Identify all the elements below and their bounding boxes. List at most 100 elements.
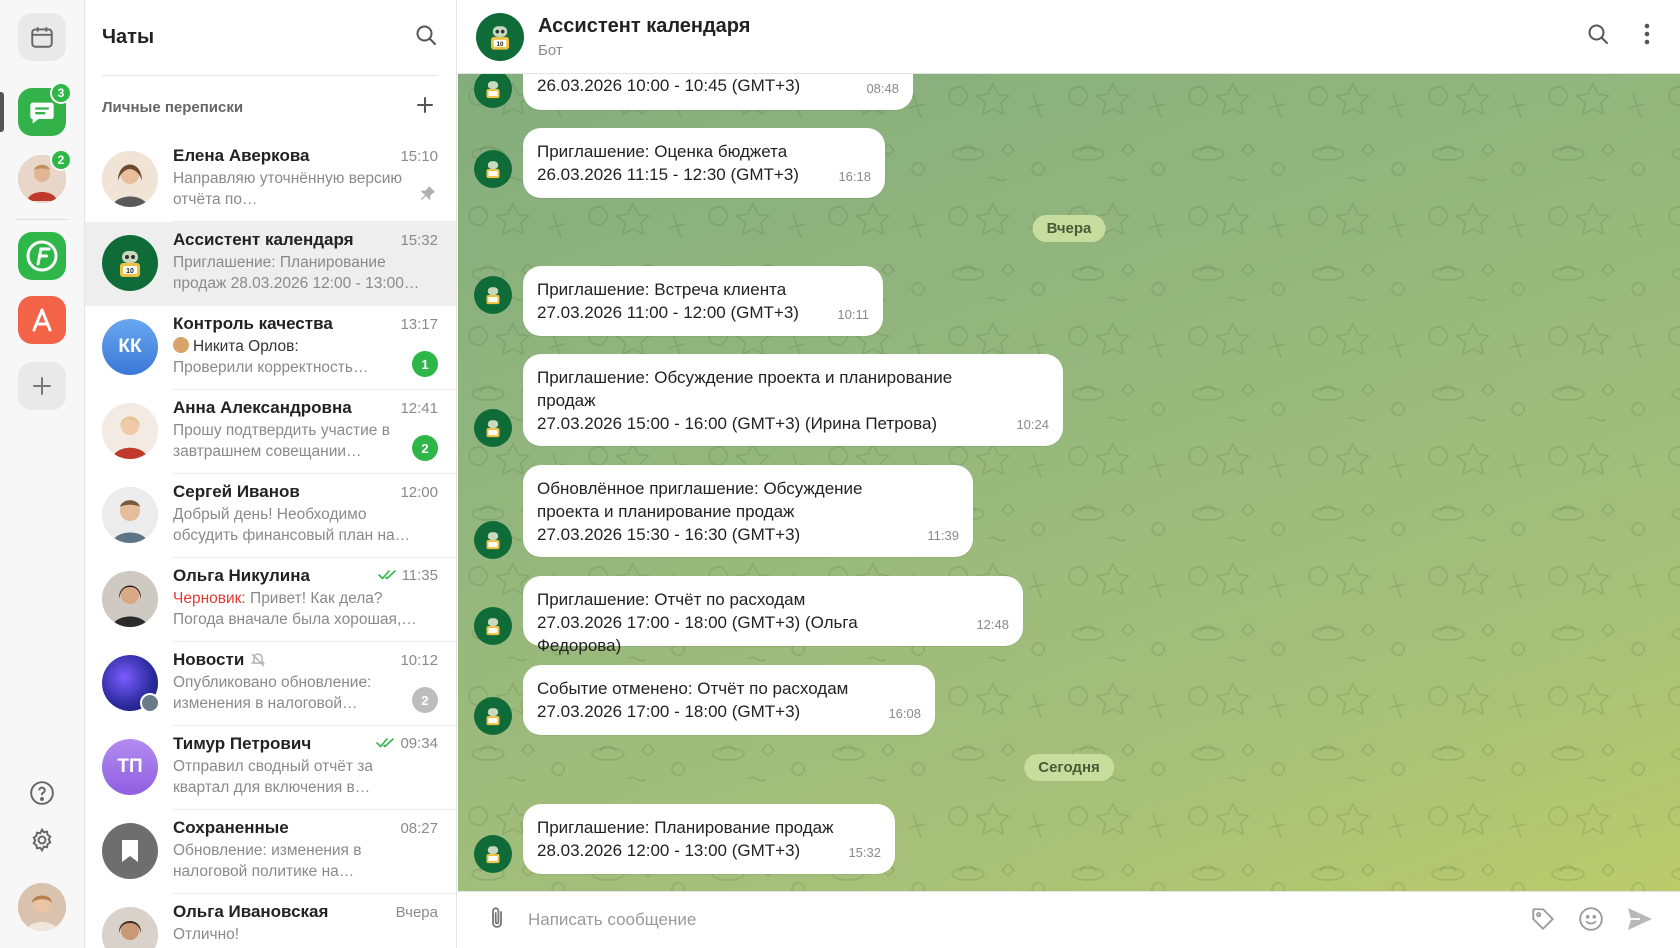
new-chat-button[interactable]: [416, 96, 434, 119]
chat-name: Контроль качества: [173, 314, 333, 333]
chat-preview: Обновление: изменения в налоговой полити…: [173, 842, 362, 880]
add-app-button[interactable]: [18, 362, 66, 410]
user-unread-badge: 2: [50, 149, 72, 171]
message-bubble[interactable]: Приглашение: Планирование продаж 28.03.2…: [523, 804, 895, 874]
search-button[interactable]: [414, 23, 438, 52]
chat-item-anna-aleksandrovna[interactable]: Анна Александровна 12:41 Прошу подтверди…: [85, 390, 456, 474]
settings-button[interactable]: [28, 826, 56, 854]
chat-preview: Черновик: Привет! Как дела? Погода внача…: [173, 588, 425, 630]
plus-icon: [417, 96, 433, 113]
tag-button[interactable]: [1530, 906, 1556, 937]
bot-avatar-small: [474, 697, 512, 735]
chat-preview: Отправил сводный отчёт за квартал для вк…: [173, 758, 374, 796]
bookmark-icon: [122, 840, 138, 862]
message-input[interactable]: [528, 910, 1428, 930]
chat-name: Сергей Иванов: [173, 482, 300, 501]
chat-time: 12:41: [400, 400, 438, 417]
conversation-subtitle: Бот: [538, 41, 563, 59]
more-menu-button[interactable]: [1644, 23, 1650, 50]
double-check-icon: [376, 738, 395, 748]
message-time: 10:11: [837, 307, 869, 322]
chat-item-olga-ivanovskaya[interactable]: Ольга Ивановская Вчера Отлично!: [85, 894, 456, 948]
chat-item-news[interactable]: Новости 10:12 Опубликовано обновление: и…: [85, 642, 456, 726]
avatar-initials: КК: [118, 336, 142, 357]
message-bubble[interactable]: Приглашение: Оценка бюджета 26.03.2026 1…: [523, 128, 885, 198]
chat-preview: Отлично!: [173, 926, 240, 943]
gear-icon: [32, 827, 52, 853]
robot-icon: [486, 618, 500, 636]
chat-preview: Никита Орлов: Проверили корректность…: [173, 336, 425, 378]
avatar: [102, 151, 158, 207]
finance-app-button[interactable]: [18, 232, 66, 280]
message-bubble[interactable]: Приглашение: Отчёт по расходам 27.03.202…: [523, 576, 1023, 655]
chat-item-saved[interactable]: Сохраненные 08:27 Обновление: изменения …: [85, 810, 456, 894]
profile-image: [18, 883, 66, 931]
preview-text: Проверили корректность…: [173, 359, 369, 376]
message-time: 16:18: [838, 169, 871, 184]
chat-preview: Прошу подтвердить участие в завтрашнем с…: [173, 422, 390, 460]
message-bubble[interactable]: 26.03.2026 10:00 - 10:45 (GMT+3) 08:48: [523, 74, 913, 110]
help-icon: [30, 781, 54, 805]
user-workspace-button[interactable]: 2: [18, 149, 72, 203]
message-text: Обновлённое приглашение: Обсуждение прое…: [537, 479, 863, 544]
active-indicator: [0, 92, 4, 132]
help-button[interactable]: [28, 779, 56, 807]
message-bubble[interactable]: Приглашение: Обсуждение проекта и планир…: [523, 354, 1063, 446]
robot-icon: [486, 81, 500, 99]
date-separator-yesterday: Вчера: [1032, 215, 1106, 242]
conversation-header: 10 Ассистент календаря Бот: [458, 0, 1680, 74]
message-bubble[interactable]: Приглашение: Встреча клиента 27.03.2026 …: [523, 266, 883, 336]
bot-avatar[interactable]: 10: [476, 12, 524, 61]
attach-button[interactable]: [486, 905, 508, 936]
chat-preview: Направляю уточнённую версию отчёта по…: [173, 170, 403, 208]
chat-time: 15:10: [400, 148, 438, 165]
profile-avatar[interactable]: [18, 883, 66, 931]
appstore-icon: [32, 308, 52, 332]
search-in-chat-button[interactable]: [1586, 22, 1610, 51]
muted-bell-icon: [251, 653, 266, 667]
robot-icon: 10: [491, 25, 509, 50]
chat-time: 12:00: [400, 484, 438, 501]
chat-item-elena-averkova[interactable]: Елена Аверкова 15:10 Направляю уточнённу…: [85, 138, 456, 222]
unread-badge: 1: [412, 351, 438, 377]
chat-item-olga-nikulina[interactable]: Ольга Никулина 11:35 Черновик: Привет! К…: [85, 558, 456, 642]
message-bubble[interactable]: Обновлённое приглашение: Обсуждение прое…: [523, 465, 973, 557]
robot-icon: [486, 708, 500, 726]
emoji-button[interactable]: [1578, 906, 1604, 937]
send-button[interactable]: [1626, 906, 1654, 937]
avatar: [102, 403, 158, 459]
chats-unread-badge: 3: [50, 82, 72, 104]
draft-label: Черновик:: [173, 590, 246, 607]
appstore-button[interactable]: [18, 296, 66, 344]
message-bubble[interactable]: Событие отменено: Отчёт по расходам 27.0…: [523, 665, 935, 735]
robot-icon: [486, 532, 500, 550]
emoji-icon: [1579, 907, 1603, 931]
chat-name: Новости: [173, 650, 245, 669]
chat-name: Тимур Петрович: [173, 734, 312, 753]
chat-item-quality-control[interactable]: КК Контроль качества 13:17 Никита Орлов:…: [85, 306, 456, 390]
chat-name: Ольга Ивановская: [173, 902, 329, 921]
svg-text:10: 10: [496, 41, 504, 48]
app-rail: 3 2: [0, 0, 85, 948]
calendar-icon: [31, 27, 53, 48]
message-time: 16:08: [888, 706, 921, 721]
avatar-initials: ТП: [117, 756, 143, 777]
section-title: Личные переписки: [102, 98, 244, 116]
avatar: [102, 571, 158, 627]
bot-avatar-small: [474, 276, 512, 314]
search-icon: [416, 25, 436, 45]
robot-icon: [486, 420, 500, 438]
message-time: 10:24: [1016, 417, 1049, 432]
messages-area[interactable]: 26.03.2026 10:00 - 10:45 (GMT+3) 08:48 П…: [458, 74, 1680, 891]
finance-logo-icon: [26, 240, 58, 272]
chat-item-calendar-assistant[interactable]: 10 Ассистент календаря 15:32 Приглашение…: [85, 222, 456, 306]
chats-app-button[interactable]: 3: [18, 82, 72, 136]
plus-icon: [33, 377, 51, 395]
calendar-app-button[interactable]: [18, 13, 66, 61]
avatar: ТП: [102, 739, 158, 795]
unread-badge: 2: [412, 687, 438, 713]
chat-item-timur-petrovich[interactable]: ТП Тимур Петрович 09:34 Отправил сводный…: [85, 726, 456, 810]
robot-icon: [486, 846, 500, 864]
chat-name: Ассистент календаря: [173, 230, 354, 249]
chat-item-sergey-ivanov[interactable]: Сергей Иванов 12:00 Добрый день! Необход…: [85, 474, 456, 558]
